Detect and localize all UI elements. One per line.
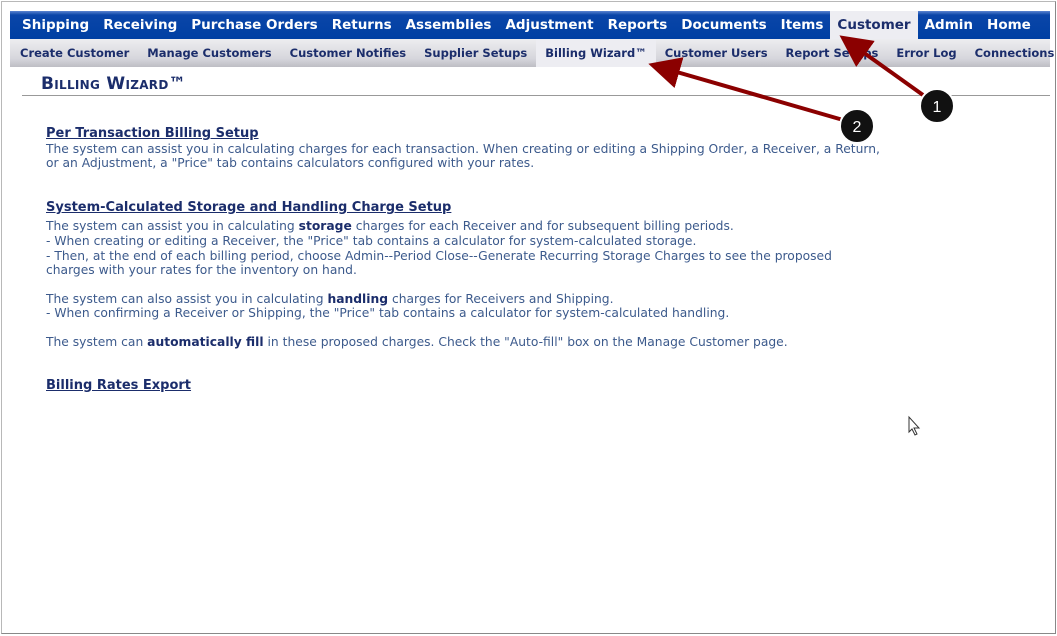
svg-text:2: 2 xyxy=(853,119,862,136)
annotation-arrow-1 xyxy=(839,35,932,102)
mouse-cursor-icon xyxy=(908,415,921,436)
svg-text:1: 1 xyxy=(933,99,942,116)
annotation-badge-2: 2 xyxy=(839,108,875,144)
annotation-arrow-2 xyxy=(648,57,851,124)
annotation-badge-1: 1 xyxy=(919,88,955,124)
annotation-overlay: 1 2 xyxy=(648,35,955,436)
